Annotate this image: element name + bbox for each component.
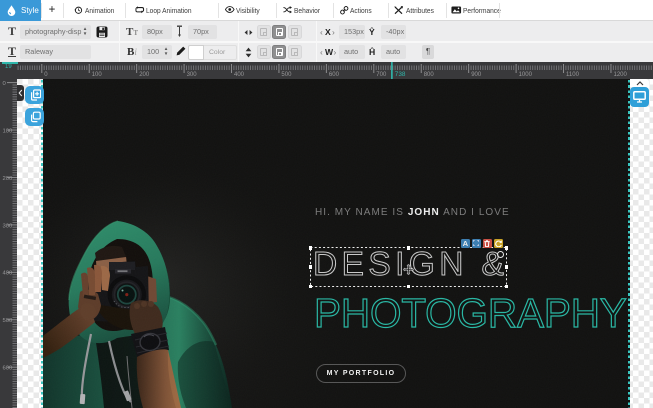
svg-text:1200: 1200 <box>614 72 628 78</box>
svg-text:900: 900 <box>471 72 482 78</box>
svg-text:500: 500 <box>281 72 292 78</box>
svg-text:300: 300 <box>3 223 14 229</box>
svg-text:800: 800 <box>424 72 435 78</box>
svg-text:0: 0 <box>3 81 7 87</box>
svg-text:1100: 1100 <box>566 72 580 78</box>
svg-text:400: 400 <box>234 72 245 78</box>
svg-text:300: 300 <box>187 72 198 78</box>
svg-text:200: 200 <box>139 72 150 78</box>
svg-text:700: 700 <box>376 72 387 78</box>
svg-text:600: 600 <box>329 72 340 78</box>
svg-text:500: 500 <box>3 318 14 324</box>
svg-text:600: 600 <box>3 366 14 372</box>
svg-text:400: 400 <box>3 271 14 277</box>
svg-text:100: 100 <box>3 128 14 134</box>
svg-text:738: 738 <box>395 71 406 78</box>
svg-text:1000: 1000 <box>519 72 533 78</box>
svg-text:200: 200 <box>3 176 14 182</box>
svg-text:100: 100 <box>92 72 103 78</box>
svg-text:0: 0 <box>44 72 48 78</box>
